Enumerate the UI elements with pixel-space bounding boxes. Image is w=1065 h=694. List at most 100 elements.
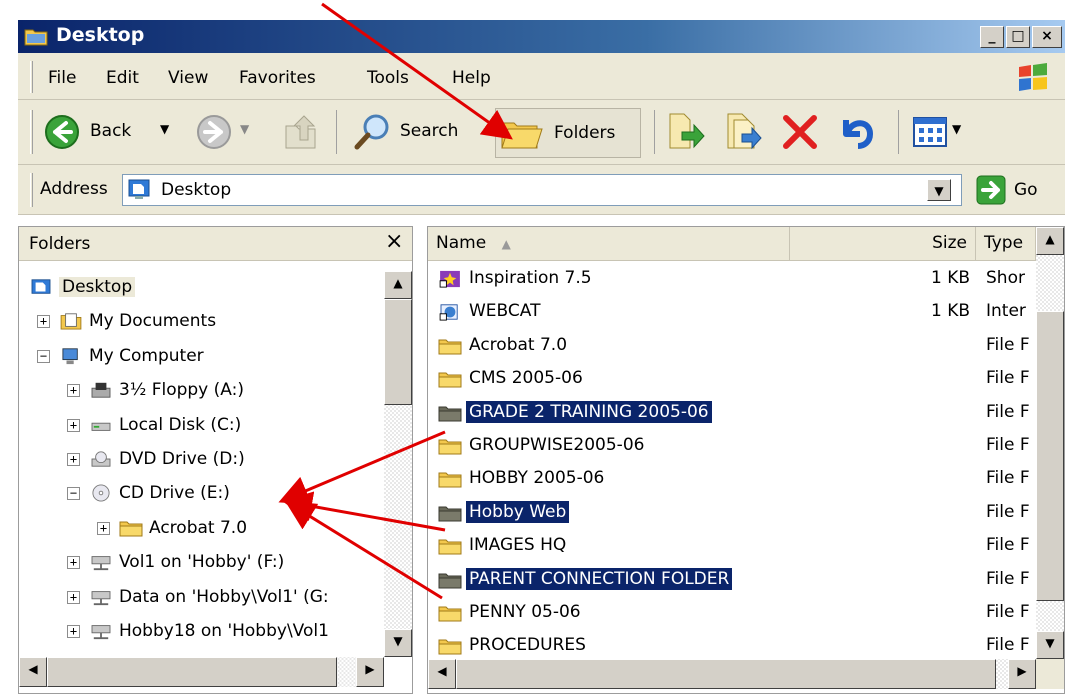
tree-item-label: Vol1 on 'Hobby' (F:) [119, 552, 285, 573]
file-row[interactable]: GRADE 2 TRAINING 2005-06 File F [436, 397, 1036, 430]
tree-item[interactable]: +3½ Floppy (A:) [19, 374, 381, 408]
list-scroll-thumb[interactable] [1036, 311, 1064, 601]
file-row[interactable]: IMAGES HQ File F [436, 530, 1036, 563]
menu-edit[interactable]: Edit [106, 68, 139, 88]
file-type: File F [986, 602, 1030, 622]
back-button[interactable]: Back ▼ [42, 110, 192, 154]
list-scroll-down-button[interactable]: ▼ [1036, 631, 1064, 659]
list-h-scroll-thumb[interactable] [456, 659, 996, 689]
expand-icon[interactable]: + [67, 590, 80, 604]
list-scroll-up-button[interactable]: ▲ [1036, 227, 1064, 255]
address-value: Desktop [161, 180, 232, 200]
up-folder-icon[interactable] [282, 112, 320, 152]
tree-item-label: Acrobat 7.0 [149, 517, 248, 538]
minimize-button[interactable]: _ [980, 26, 1004, 48]
scroll-thumb[interactable] [384, 299, 412, 405]
title-bar[interactable]: Desktop _ □ × [18, 20, 1065, 53]
file-row[interactable]: Inspiration 7.5 1 KB Shor [436, 263, 1036, 296]
expand-icon[interactable]: + [67, 418, 80, 432]
expand-icon[interactable]: + [37, 315, 50, 329]
column-header-type[interactable]: Type [976, 227, 1036, 261]
file-row[interactable]: PROCEDURES File F [436, 630, 1036, 657]
file-row[interactable]: CMS 2005-06 File F [436, 363, 1036, 396]
file-row[interactable]: HOBBY 2005-06 File F [436, 463, 1036, 496]
tree-item[interactable]: − CD Drive (E:) [19, 477, 381, 511]
menu-help[interactable]: Help [452, 68, 491, 88]
file-row[interactable]: PARENT CONNECTION FOLDER File F [436, 564, 1036, 597]
tree-item[interactable]: + Acrobat 7.0 [19, 512, 381, 546]
tree-vertical-scrollbar[interactable]: ▲ ▼ [384, 271, 412, 657]
cd-drive-icon [92, 484, 110, 502]
tree-item[interactable]: + Local Disk (C:) [19, 409, 381, 443]
views-dropdown-icon[interactable]: ▼ [952, 122, 961, 136]
h-scroll-thumb[interactable] [47, 657, 337, 687]
tree-item[interactable]: + Vol1 on 'Hobby' (F:) [19, 546, 381, 580]
file-name: Hobby Web [464, 499, 571, 524]
file-row[interactable]: PENNY 05-06 File F [436, 597, 1036, 630]
tree-item[interactable]: + Hobby18 on 'Hobby\Vol1 [19, 615, 381, 649]
column-header-size[interactable]: Size [790, 227, 976, 261]
tree-item-label: Hobby18 on 'Hobby\Vol1 [119, 621, 329, 641]
undo-icon[interactable] [836, 112, 876, 152]
file-size: 1 KB [930, 301, 970, 322]
folders-pane-close-button[interactable]: × [385, 229, 403, 254]
expand-icon[interactable]: + [67, 625, 80, 638]
scroll-down-button[interactable]: ▼ [384, 629, 412, 657]
list-scroll-right-button[interactable]: ▶ [1008, 659, 1036, 689]
forward-dropdown-icon[interactable]: ▼ [240, 122, 249, 136]
scroll-left-button[interactable]: ◀ [19, 657, 47, 687]
copy-to-icon[interactable] [724, 110, 764, 152]
collapse-icon[interactable]: − [67, 487, 80, 501]
search-button[interactable]: Search [348, 110, 488, 154]
tree-item[interactable]: − My Computer [19, 340, 381, 374]
expand-icon[interactable]: + [97, 521, 110, 535]
tree-item[interactable]: + DVD Drive (D:) [19, 443, 381, 477]
address-field[interactable]: Desktop ▼ [122, 174, 962, 206]
expand-icon[interactable]: + [67, 384, 80, 398]
file-list: Inspiration 7.5 1 KB Shor WEBCAT 1 KB Inter Ac… [436, 263, 1036, 657]
expand-icon[interactable]: + [67, 556, 80, 570]
menu-favorites[interactable]: Favorites [239, 68, 316, 88]
menu-tools[interactable]: Tools [367, 68, 409, 88]
tree-item[interactable]: + Data on 'Hobby\Vol1' (G: [19, 581, 381, 615]
folder-icon [438, 339, 462, 355]
list-scroll-left-button[interactable]: ◀ [428, 659, 456, 689]
tree-item[interactable]: Desktop [19, 271, 381, 305]
folder-icon [119, 521, 143, 537]
delete-icon[interactable] [780, 112, 820, 152]
go-button[interactable]: Go [974, 173, 1054, 207]
file-row[interactable]: GROUPWISE2005-06 File F [436, 430, 1036, 463]
file-type: File F [986, 435, 1030, 455]
address-dropdown-button[interactable]: ▼ [927, 179, 951, 201]
menu-file[interactable]: File [48, 68, 76, 88]
column-header-name[interactable]: Name ▲ [428, 227, 790, 261]
file-row[interactable]: WEBCAT 1 KB Inter [436, 296, 1036, 329]
scroll-up-button[interactable]: ▲ [384, 271, 412, 299]
tree-item-label: CD Drive (E:) [119, 483, 230, 504]
close-button[interactable]: × [1032, 26, 1062, 48]
list-vertical-scrollbar[interactable]: ▲ ▼ [1036, 227, 1064, 659]
forward-button[interactable]: ▼ [194, 110, 258, 154]
move-to-icon[interactable] [666, 110, 706, 152]
list-horizontal-scrollbar[interactable]: ◀ ▶ [428, 659, 1036, 689]
scroll-right-button[interactable]: ▶ [356, 657, 384, 687]
file-type: File F [986, 368, 1030, 389]
tree-horizontal-scrollbar[interactable]: ◀ ▶ [19, 657, 384, 687]
menu-view[interactable]: View [168, 68, 208, 88]
address-grip [30, 173, 33, 207]
folders-button[interactable]: Folders [495, 108, 641, 158]
folder-icon [438, 606, 462, 622]
file-name: IMAGES HQ [469, 535, 567, 556]
file-row[interactable]: Hobby Web File F [436, 497, 1036, 530]
dvd-drive-icon [91, 451, 111, 467]
back-dropdown-icon[interactable]: ▼ [160, 122, 169, 136]
expand-icon[interactable]: + [67, 453, 80, 466]
go-arrow-icon [976, 175, 1006, 205]
tree-item[interactable]: + My Documents [19, 305, 381, 339]
collapse-icon[interactable]: − [37, 349, 50, 363]
views-button[interactable]: ▼ [910, 110, 972, 154]
file-row[interactable]: Acrobat 7.0 File F [436, 330, 1036, 363]
file-list-pane: Name ▲ Size Type Inspiration 7.5 1 KB Shor… [427, 226, 1065, 694]
size-grip[interactable] [1036, 659, 1064, 689]
maximize-button[interactable]: □ [1006, 26, 1030, 48]
